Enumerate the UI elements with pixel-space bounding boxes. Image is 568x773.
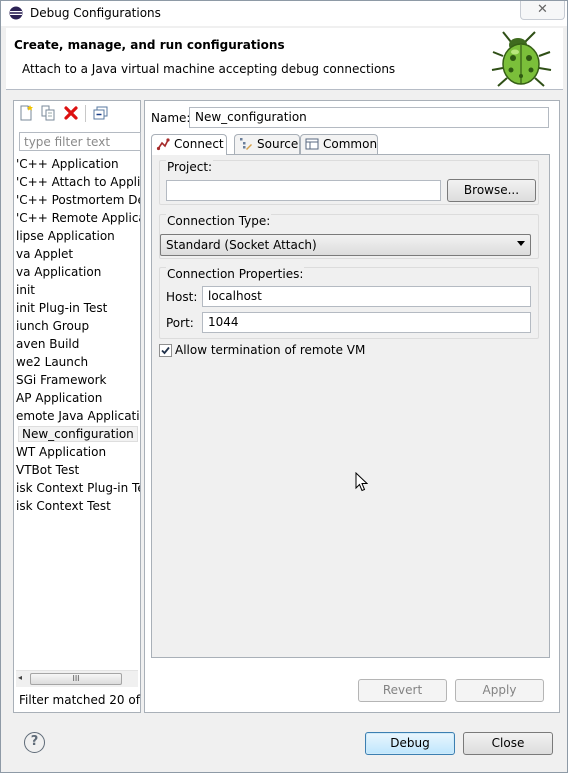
tree-item-label: VTBot Test [16,463,80,477]
tree-item[interactable]: VTBot Test [16,461,79,479]
tree-item-label: we2 Launch [16,355,89,369]
tree-item-label: WT Application [16,445,107,459]
tree-item-label: isk Context Plug-in Test [16,481,140,495]
tree-item-label: 'C++ Remote Applicati [16,211,140,225]
tree-item[interactable]: 'C++ Postmortem Debu [16,191,140,209]
connect-tab-content: Project: Browse... Connection Type: Stan… [151,154,550,658]
toolbar-separator [85,105,86,122]
tab-common-label: Common [323,137,378,151]
chevron-down-icon [517,241,525,246]
tree-item[interactable]: 'C++ Attach to Applica [16,173,140,191]
mouse-cursor-icon [355,472,368,492]
connection-type-select[interactable]: Standard (Socket Attach) [160,234,531,256]
port-field[interactable]: 1044 [202,312,531,333]
port-label: Port: [166,316,194,330]
duplicate-icon[interactable] [40,105,56,121]
checkmark-icon [161,346,170,355]
project-group: Project: Browse... [159,160,539,205]
tree-item[interactable]: WT Application [16,443,106,461]
tree-item[interactable]: init Plug-in Test [16,299,107,317]
tree-item-label: New_configuration [18,426,138,442]
new-configuration-icon[interactable] [18,105,34,121]
tree-item-label: init [16,283,35,297]
project-label: Project: [166,160,214,174]
name-field[interactable]: New_configuration [189,107,549,128]
left-toolbar [14,101,140,127]
host-field[interactable]: localhost [202,286,531,307]
tree-item-label: isk Context Test [16,499,111,513]
tree-item[interactable]: 'C++ Application [16,155,119,173]
tree-item[interactable]: isk Context Plug-in Test [16,479,140,497]
connection-properties-group: Connection Properties: Host: localhost P… [159,267,539,339]
tree-item[interactable]: init [16,281,35,299]
horizontal-scrollbar[interactable]: ◂ III [16,670,138,687]
tab-common[interactable]: Common [300,134,378,154]
help-icon[interactable]: ? [24,732,45,753]
tree-item-label: emote Java Application [16,409,140,423]
close-button[interactable]: Close [463,732,553,755]
tree-item-label: 'C++ Attach to Applica [16,175,140,189]
tree-item[interactable]: AP Application [16,389,102,407]
revert-button[interactable]: Revert [358,679,447,702]
title-bar: Debug Configurations ✕ [1,1,567,26]
connection-properties-label: Connection Properties: [166,267,305,281]
debug-button[interactable]: Debug [365,732,455,755]
tree-item[interactable]: 'C++ Remote Applicati [16,209,140,227]
tree-item-label: SGi Framework [16,373,107,387]
tree-item[interactable]: iunch Group [16,317,89,335]
delete-icon[interactable] [63,105,79,121]
tab-source[interactable]: Source [234,134,300,154]
configuration-list-panel: type filter text 'C++ Application 'C++ At… [13,100,159,713]
tree-item[interactable]: emote Java Application [16,407,140,425]
source-icon [240,138,252,150]
launch-configuration-tree: 'C++ Application 'C++ Attach to Applica 'C… [14,155,140,670]
tree-item[interactable]: we2 Launch [16,353,88,371]
filter-input[interactable]: type filter text [19,132,141,151]
tree-item[interactable]: va Applet [16,245,73,263]
tree-item-label: aven Build [16,337,80,351]
tree-item[interactable]: isk Context Test [16,497,111,515]
tree-item-label: init Plug-in Test [16,301,108,315]
debug-bug-icon [491,31,552,87]
browse-button[interactable]: Browse... [447,179,536,202]
tree-item-label: va Application [16,265,102,279]
window-title: Debug Configurations [30,6,161,20]
dialog-header: Create, manage, and run configurations A… [6,28,563,90]
tab-source-label: Source [257,137,299,151]
scroll-thumb[interactable]: III [30,673,122,685]
tree-item-label: va Applet [16,247,74,261]
tree-item-label: 'C++ Application [16,157,119,171]
tree-item[interactable]: aven Build [16,335,79,353]
filter-status: Filter matched 20 of 20 [19,693,160,707]
connection-type-group: Connection Type: Standard (Socket Attach… [159,214,539,259]
allow-termination-checkbox[interactable] [159,344,172,357]
configuration-editor-panel: Name: New_configuration Connect Source C… [144,100,560,713]
connection-type-label: Connection Type: [166,214,272,228]
tree-item-label: AP Application [16,391,103,405]
common-icon [305,138,319,150]
allow-termination-label: Allow termination of remote VM [175,343,366,357]
collapse-all-icon[interactable] [93,105,109,121]
tree-item-label: lipse Application [16,229,115,243]
connect-icon [156,138,170,151]
connection-type-value: Standard (Socket Attach) [166,238,317,252]
name-label: Name: [151,111,191,125]
tree-item-label: 'C++ Postmortem Debu [16,193,140,207]
tab-connect-label: Connect [174,137,224,151]
apply-button[interactable]: Apply [455,679,544,702]
tree-item[interactable]: SGi Framework [16,371,107,389]
tab-connect[interactable]: Connect [151,134,227,155]
debug-configurations-dialog: Debug Configurations ✕ Create, manage, a… [0,0,568,773]
host-label: Host: [166,290,198,304]
scroll-left-icon[interactable]: ◂ [18,673,22,682]
tree-item[interactable]: lipse Application [16,227,115,245]
eclipse-icon [9,6,23,20]
tree-item-label: iunch Group [16,319,90,333]
header-message: Attach to a Java virtual machine accepti… [22,62,396,76]
project-field[interactable] [166,180,441,201]
header-title: Create, manage, and run configurations [14,38,285,52]
tree-item-selected[interactable]: New_configuration [18,425,138,443]
window-close-button[interactable]: ✕ [520,1,565,20]
tree-item[interactable]: va Application [16,263,101,281]
